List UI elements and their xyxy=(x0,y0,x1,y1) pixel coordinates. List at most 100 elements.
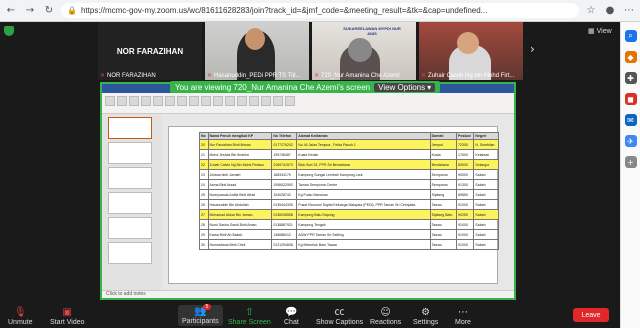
table-cell: Taman Sempoma Centre xyxy=(296,179,431,190)
view-button[interactable]: ▦ View xyxy=(588,27,612,36)
participant-face xyxy=(457,32,479,54)
table-cell: 23 xyxy=(199,169,209,180)
table-cell: 136688412 xyxy=(271,229,298,240)
shopping-icon[interactable]: ◆ xyxy=(624,51,637,63)
table-row: 21 Mohd Jeshak Bin Ibrahim 199748487 Kuala … xyxy=(199,149,499,160)
tools-icon[interactable]: ✚ xyxy=(624,72,637,84)
table-cell: 0138887921 xyxy=(271,219,298,230)
table-cell: 91000 xyxy=(456,229,475,240)
table-cell: Mohamad Akbar Bin Jaman xyxy=(207,209,273,220)
leave-button[interactable]: Leave xyxy=(573,308,609,322)
address-bar[interactable]: 🔒 https://mcmc-gov-my.zoom.us/wc/8161162… xyxy=(61,3,579,18)
participants-button[interactable]: 👥 5 Participants xyxy=(178,304,223,326)
table-cell: Kuala Kedah xyxy=(296,149,431,160)
table-cell: Sempoma xyxy=(429,169,458,180)
chat-icon: 💬 xyxy=(285,307,298,318)
share-screen-button[interactable]: ⇧ Share Screen xyxy=(228,307,271,326)
table-cell: 30 xyxy=(199,239,209,250)
slide-thumbnail xyxy=(108,217,152,239)
table-cell: Kg Memeluk Baru Tawau xyxy=(296,239,431,250)
participant-tile[interactable]: ✕ Zuhair Calvin Ng bin Mohd Firt... xyxy=(419,22,523,80)
table-cell: Sabah xyxy=(473,179,499,190)
table-cell: Juliana binti Jumatri xyxy=(207,169,273,180)
table-cell: Asma Binti Arsad xyxy=(207,179,273,190)
table-cell: Nurul Sasha Sandi Binti Aman xyxy=(207,219,273,230)
table-cell: Sempoma xyxy=(429,179,458,190)
unmute-button[interactable]: 🎙 Unmute xyxy=(8,307,33,326)
table-cell: Noreyuanda Ardila Binti Afrad xyxy=(207,189,273,200)
add-icon[interactable]: + xyxy=(624,156,637,168)
table-cell: 21 xyxy=(199,149,209,160)
table-cell: Karsa Binti Ah Bakah xyxy=(207,229,273,240)
show-captions-button[interactable]: ㏄ Show Captions xyxy=(316,303,363,326)
table-cell: 72300 xyxy=(456,139,475,150)
start-video-button[interactable]: ▣ Start Video xyxy=(50,307,85,326)
participant-tile[interactable]: ✕ Hasanuddin_PEDi PPR TS Titi... xyxy=(205,22,309,80)
participant-caption: ✕ Zuhair Calvin Ng bin Mohd Firt... xyxy=(421,72,515,80)
participant-caption: ✕ NOR FARAZIHAN xyxy=(100,72,156,80)
table-cell: 89850 xyxy=(456,189,475,200)
table-cell: Zuhair Calvin Ng Bin Mohd Firdaus xyxy=(207,159,273,170)
table-row: 30 Nurmadiana Binti Cheli 0121254848 Kg Mem… xyxy=(199,239,499,250)
table-cell: Kg Pulau Manukan xyxy=(296,189,431,200)
view-options-button[interactable]: View Options ▾ xyxy=(374,82,436,92)
search-icon[interactable]: ⌕ xyxy=(624,30,637,42)
table-cell: Sabah xyxy=(473,209,499,220)
table-cell: Sabah xyxy=(473,239,499,250)
table-cell: Pusat Ekonomi Digital Keluarga Malaysia … xyxy=(296,199,431,210)
table-cell: 0136036558 xyxy=(271,209,298,220)
table-cell: 83030 xyxy=(456,159,475,170)
settings-button[interactable]: ⚙ Settings xyxy=(413,307,438,326)
chat-button[interactable]: 💬 Chat xyxy=(284,307,299,326)
table-cell: Sabah xyxy=(473,199,499,210)
outlook-icon[interactable]: ✉ xyxy=(624,114,637,126)
table-cell: 26 xyxy=(199,199,209,210)
shared-screen: No Nama Penuh mengikut KP No Telefon Alamat… xyxy=(100,82,516,300)
participant-strip: NOR FARAZIHAN ✕ NOR FARAZIHAN ✕ Hasanudd… xyxy=(98,22,528,80)
table-cell: Kuala xyxy=(429,149,458,160)
table-row: 28 Nurul Sasha Sandi Binti Aman 0138887921… xyxy=(199,219,499,230)
table-cell: Bendahara xyxy=(429,159,458,170)
table-cell: Jempol xyxy=(429,139,458,150)
table-cell: Nur Farzaihan Binti Ikhsan xyxy=(207,139,273,150)
reactions-button[interactable]: ☺ Reactions xyxy=(370,307,401,326)
gear-icon: ⚙ xyxy=(421,307,431,318)
back-icon[interactable]: ← xyxy=(4,4,18,18)
table-header: Negeri xyxy=(473,132,499,140)
refresh-icon[interactable]: ↻ xyxy=(42,4,56,18)
table-row: 23 Juliana binti Jumatri 168334170 Kampung … xyxy=(199,169,499,180)
profile-icon[interactable]: ● xyxy=(603,4,617,18)
table-header: Alamat Kediaman xyxy=(296,132,431,140)
table-row: 22 Zuhair Calvin Ng Bin Mohd Firdaus 01697… xyxy=(199,159,499,170)
table-cell: Sipitang xyxy=(429,189,458,200)
star-icon[interactable]: ☆ xyxy=(584,4,598,18)
table-cell: Sabah xyxy=(473,219,499,230)
table-cell: ADW PPR Taman Sri Setiling xyxy=(296,229,431,240)
office-icon[interactable]: ◼ xyxy=(624,93,637,105)
mic-muted-icon: 🎙 xyxy=(13,307,27,318)
more-button[interactable]: ⋯ More xyxy=(455,307,471,326)
table-header: No Telefon xyxy=(271,132,298,140)
ppt-tools xyxy=(102,93,514,109)
participant-tile[interactable]: NOR FARAZIHAN ✕ NOR FARAZIHAN xyxy=(98,22,202,80)
table-cell: Blok Surf 24, PPR Sri Bendahara xyxy=(296,159,431,170)
participant-tile[interactable]: SUKAREELAWAN MYPDI NUR ANIS ✕ 720_Nur Am… xyxy=(312,22,416,80)
table-cell: Tawau xyxy=(429,239,458,250)
next-page-icon[interactable]: › xyxy=(530,42,535,56)
table-cell: 0135444339 xyxy=(271,199,298,210)
participant-caption: ✕ Hasanuddin_PEDi PPR TS Titi... xyxy=(207,72,301,80)
table-cell: 22 xyxy=(199,159,209,170)
table-cell: Sabah xyxy=(473,169,499,180)
participant-table: No Nama Penuh mengikut KP No Telefon Alamat… xyxy=(199,132,499,250)
table-cell: 91300 xyxy=(456,179,475,190)
forward-icon[interactable]: → xyxy=(23,4,37,18)
table-cell: 17600 xyxy=(456,149,475,160)
table-cell: Selangor xyxy=(473,159,499,170)
menu-icon[interactable]: ⋯ xyxy=(622,4,636,18)
security-shield-icon[interactable] xyxy=(4,26,14,36)
table-cell: Nurmadiana Binti Cheli xyxy=(207,239,273,250)
table-cell: 90000 xyxy=(456,169,475,180)
participant-caption: ✕ 720_Nur Amanina Che Azemi xyxy=(314,72,400,80)
table-row: 26 Hasanuddin Bin Abdullah 0135444339 Pusat… xyxy=(199,199,499,210)
drop-icon[interactable]: ✈ xyxy=(624,135,637,147)
